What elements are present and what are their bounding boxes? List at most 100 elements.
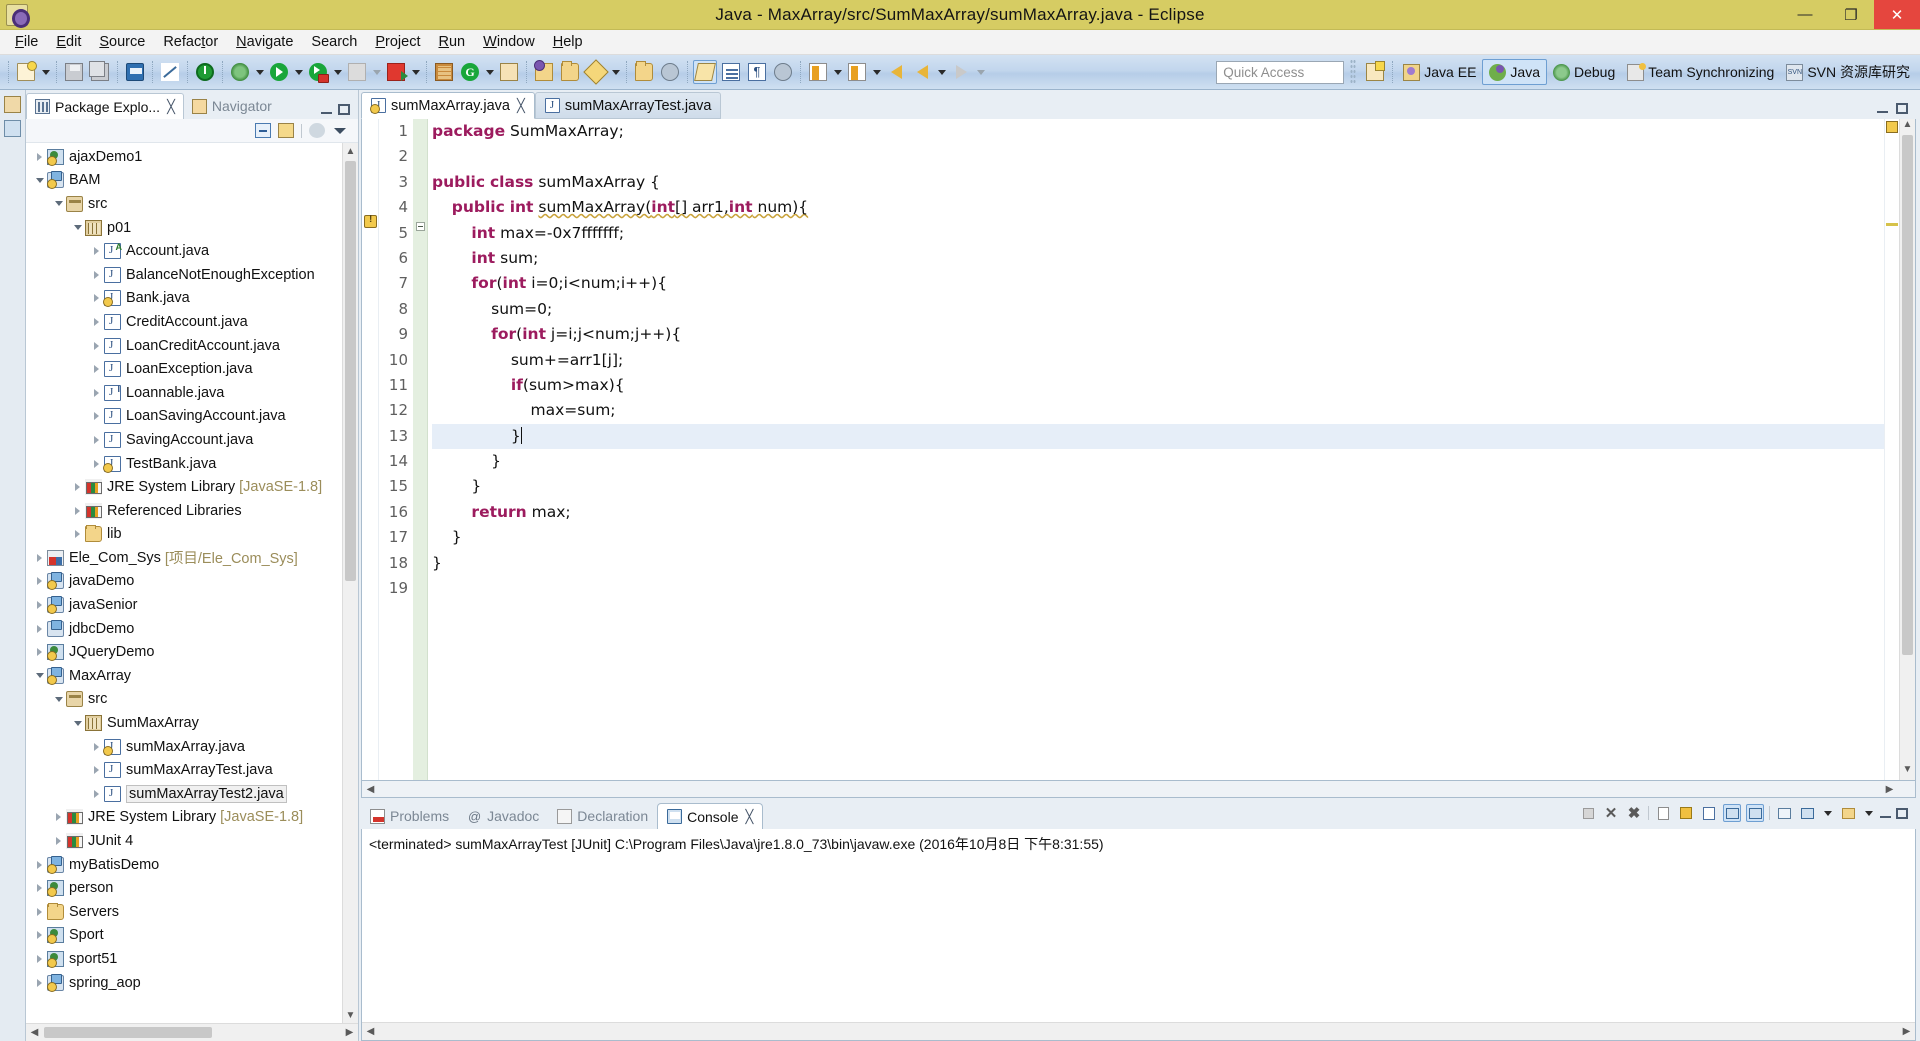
chevron-right-icon[interactable] bbox=[32, 644, 47, 660]
chevron-right-icon[interactable] bbox=[51, 833, 66, 849]
tree-item-testbank-java[interactable]: TestBank.java bbox=[26, 452, 340, 476]
chevron-right-icon[interactable] bbox=[89, 786, 104, 802]
maximize-button[interactable]: ❐ bbox=[1828, 0, 1874, 29]
fold-collapse-icon[interactable] bbox=[416, 222, 425, 231]
open-perspective-icon[interactable] bbox=[1363, 60, 1387, 84]
tree-item-sport[interactable]: Sport bbox=[26, 924, 340, 948]
code-line[interactable]: } bbox=[432, 449, 1884, 474]
tree-item-maxarray[interactable]: MaxArray bbox=[26, 664, 340, 688]
scroll-right-icon[interactable]: ▶ bbox=[1881, 784, 1898, 795]
show-console-on-error-icon[interactable] bbox=[1746, 804, 1764, 822]
chevron-right-icon[interactable] bbox=[70, 479, 85, 495]
tree-item-creditaccount-java[interactable]: CreditAccount.java bbox=[26, 310, 340, 334]
tab-javadoc[interactable]: @ Javadoc bbox=[458, 803, 548, 829]
menu-file[interactable]: File bbox=[6, 32, 47, 52]
save-all-icon[interactable] bbox=[88, 60, 112, 84]
perspective-svn-repository[interactable]: SVN SVN 资源库研究 bbox=[1780, 59, 1916, 85]
menu-edit[interactable]: Edit bbox=[47, 32, 90, 52]
scroll-left-icon[interactable]: ◀ bbox=[362, 1026, 379, 1037]
code-line[interactable] bbox=[432, 576, 1884, 601]
forward-chevron-icon[interactable] bbox=[974, 60, 987, 84]
print-icon[interactable] bbox=[123, 60, 147, 84]
tab-problems[interactable]: Problems bbox=[361, 803, 458, 829]
clear-console-icon[interactable] bbox=[1654, 804, 1672, 822]
perspective-java[interactable]: Java bbox=[1482, 59, 1547, 85]
pilcrow-icon[interactable]: ¶ bbox=[745, 60, 769, 84]
menu-run[interactable]: Run bbox=[430, 32, 475, 52]
tree-item-jre-system-library[interactable]: JRE System Library [JavaSE-1.8] bbox=[26, 475, 340, 499]
scroll-lock-icon[interactable] bbox=[1677, 804, 1695, 822]
scroll-left-icon[interactable]: ◀ bbox=[362, 784, 379, 795]
tree-item-savingaccount-java[interactable]: SavingAccount.java bbox=[26, 428, 340, 452]
run-external-tools-icon[interactable] bbox=[306, 60, 330, 84]
run-icon[interactable] bbox=[267, 60, 291, 84]
chevron-right-icon[interactable] bbox=[32, 857, 47, 873]
annotation-ruler[interactable] bbox=[362, 119, 379, 780]
tree-item-lib[interactable]: lib bbox=[26, 523, 340, 547]
tree-item-summaxarray[interactable]: SumMaxArray bbox=[26, 711, 340, 735]
stop-chevron-icon[interactable] bbox=[370, 60, 383, 84]
terminate-icon[interactable] bbox=[1579, 804, 1597, 822]
menu-project[interactable]: Project bbox=[366, 32, 429, 52]
tab-console[interactable]: Console ╳ bbox=[657, 803, 764, 829]
code-line[interactable]: max=sum; bbox=[432, 398, 1884, 423]
chevron-right-icon[interactable] bbox=[89, 338, 104, 354]
package-explorer-fast-view-icon[interactable] bbox=[4, 120, 21, 137]
new-wizard-icon[interactable] bbox=[14, 60, 38, 84]
show-console-on-output-icon[interactable] bbox=[1723, 804, 1741, 822]
new-class-chevron-icon[interactable] bbox=[483, 60, 496, 84]
menu-refactor[interactable]: Refactor bbox=[154, 32, 227, 52]
open-folder-icon[interactable] bbox=[632, 60, 656, 84]
chevron-right-icon[interactable] bbox=[32, 573, 47, 589]
open-console-icon[interactable] bbox=[1839, 804, 1857, 822]
maximize-icon[interactable] bbox=[1896, 807, 1908, 819]
tree-item-jquerydemo[interactable]: JQueryDemo bbox=[26, 640, 340, 664]
quick-access-input[interactable]: Quick Access bbox=[1216, 60, 1345, 84]
chevron-right-icon[interactable] bbox=[32, 149, 47, 165]
code-line[interactable]: } bbox=[432, 423, 1884, 450]
minimize-icon[interactable] bbox=[1877, 104, 1888, 113]
scroll-down-icon[interactable]: ▼ bbox=[343, 1007, 358, 1023]
collapse-all-icon[interactable] bbox=[255, 123, 271, 138]
run-chevron-icon[interactable] bbox=[292, 60, 305, 84]
minimize-icon[interactable] bbox=[1880, 809, 1891, 818]
chevron-right-icon[interactable] bbox=[32, 975, 47, 991]
open-console-chevron-icon[interactable] bbox=[1862, 801, 1875, 825]
tree-item-account-java[interactable]: Account.java bbox=[26, 239, 340, 263]
previous-annotation-chevron-icon[interactable] bbox=[870, 60, 883, 84]
scroll-up-icon[interactable]: ▲ bbox=[343, 143, 358, 159]
chevron-down-icon[interactable] bbox=[70, 220, 85, 236]
scroll-up-icon[interactable]: ▲ bbox=[1900, 119, 1915, 135]
code-line[interactable]: int sum; bbox=[432, 246, 1884, 271]
scroll-thumb[interactable] bbox=[44, 1027, 212, 1038]
view-menu-icon[interactable] bbox=[309, 123, 325, 138]
code-line[interactable]: } bbox=[432, 525, 1884, 550]
chevron-down-icon[interactable] bbox=[51, 196, 66, 212]
code-line[interactable]: public class sumMaxArray { bbox=[432, 170, 1884, 195]
minimize-icon[interactable] bbox=[321, 105, 332, 114]
toolbar-drag-handle[interactable] bbox=[1350, 59, 1357, 85]
tree-item-summaxarraytest2-java[interactable]: sumMaxArrayTest2.java bbox=[26, 782, 340, 806]
new-wizard-chevron-icon[interactable] bbox=[39, 60, 52, 84]
chevron-right-icon[interactable] bbox=[89, 267, 104, 283]
editor-horizontal-scrollbar[interactable]: ◀ ▶ bbox=[361, 781, 1916, 798]
tab-package-explorer[interactable]: Package Explo... ╳ bbox=[26, 93, 184, 119]
chevron-right-icon[interactable] bbox=[32, 621, 47, 637]
menu-help[interactable]: Help bbox=[544, 32, 592, 52]
open-type-icon[interactable] bbox=[497, 60, 521, 84]
remove-all-terminated-icon[interactable]: ✖ bbox=[1625, 804, 1643, 822]
chevron-right-icon[interactable] bbox=[70, 526, 85, 542]
code-line[interactable] bbox=[432, 144, 1884, 169]
chevron-right-icon[interactable] bbox=[89, 456, 104, 472]
run-last-icon[interactable] bbox=[384, 60, 408, 84]
perspective-java-ee[interactable]: Java EE bbox=[1397, 59, 1482, 85]
chevron-down-icon[interactable] bbox=[32, 172, 47, 188]
project-tree[interactable]: ajaxDemo1 BAM src p01 Account.java BalanceNot… bbox=[26, 143, 358, 1023]
chevron-right-icon[interactable] bbox=[89, 739, 104, 755]
chevron-down-icon[interactable] bbox=[32, 668, 47, 684]
chevron-right-icon[interactable] bbox=[89, 762, 104, 778]
explorer-horizontal-scrollbar[interactable]: ◀ ▶ bbox=[26, 1023, 358, 1041]
console-output-area[interactable]: <terminated> sumMaxArrayTest [JUnit] C:\… bbox=[361, 829, 1916, 1041]
toggle-mark-occurrences-icon[interactable] bbox=[693, 60, 717, 84]
open-task-icon[interactable] bbox=[532, 60, 556, 84]
